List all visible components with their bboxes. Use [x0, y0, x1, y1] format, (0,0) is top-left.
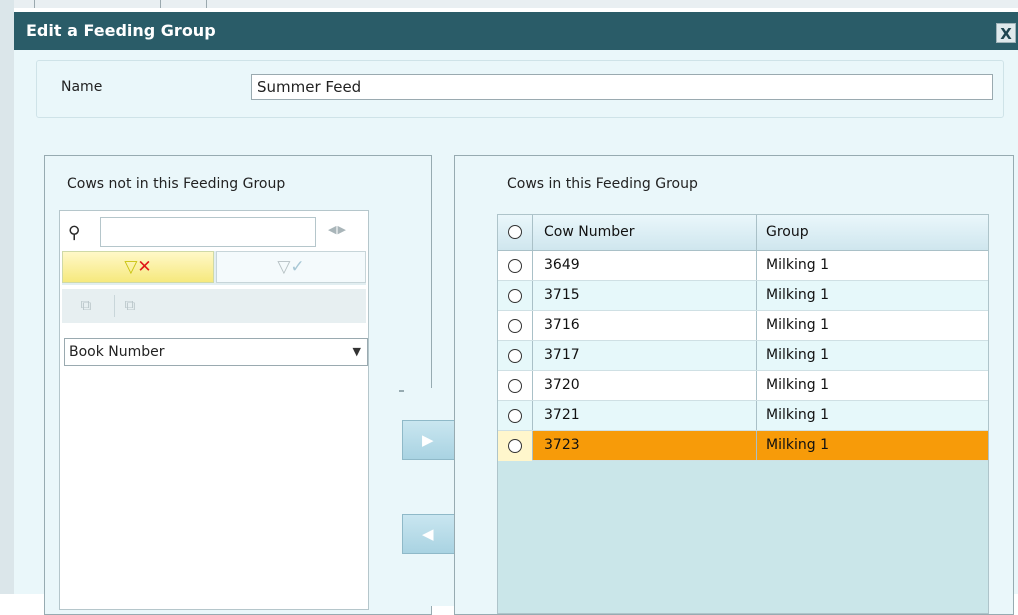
funnel-clear-icon: ▽	[124, 257, 138, 277]
row-radio[interactable]	[508, 319, 522, 333]
cow-number-cell: 3716	[544, 317, 580, 333]
arrow-right-icon: ▶	[422, 431, 434, 449]
grid-header: Cow Number Group	[498, 215, 988, 251]
row-radio[interactable]	[508, 439, 522, 453]
column-divider	[532, 251, 533, 280]
column-divider	[756, 251, 757, 280]
search-input[interactable]	[100, 217, 316, 247]
group-cell: Milking 1	[766, 377, 829, 393]
row-radio[interactable]	[508, 259, 522, 273]
row-radio[interactable]	[508, 349, 522, 363]
background-toolbar	[0, 0, 1018, 8]
table-row[interactable]: 3720 Milking 1	[498, 371, 988, 401]
group-cell: Milking 1	[766, 347, 829, 363]
scroll-arrows-icon[interactable]: ◀▶	[328, 223, 347, 236]
row-radio[interactable]	[508, 289, 522, 303]
dialog-titlebar: Edit a Feeding Group X	[14, 12, 1018, 50]
column-divider	[756, 401, 757, 430]
cows-in-group-panel: Cows in this Feeding Group Cow Number Gr…	[454, 155, 1014, 615]
column-divider	[756, 215, 757, 250]
column-divider	[532, 341, 533, 370]
dropdown-value: Book Number	[69, 344, 165, 360]
cow-number-cell: 3715	[544, 287, 580, 303]
select-all-radio[interactable]	[508, 225, 522, 239]
remove-copy-icon[interactable]: ⧉	[120, 295, 140, 315]
column-header-group[interactable]: Group	[766, 224, 809, 240]
clear-mark-icon: ✕	[137, 257, 152, 277]
table-row[interactable]: 3717 Milking 1	[498, 341, 988, 371]
name-label: Name	[61, 79, 103, 95]
filter-tabs: ▽✕ ▽✓	[62, 251, 366, 285]
column-divider	[756, 371, 757, 400]
remove-from-group-button[interactable]: ◀	[402, 514, 458, 554]
dialog-title: Edit a Feeding Group	[26, 21, 216, 40]
column-divider	[532, 281, 533, 310]
cow-number-cell: 3721	[544, 407, 580, 423]
arrow-left-icon: ◀	[422, 525, 434, 543]
left-panel-heading: Cows not in this Feeding Group	[67, 176, 286, 192]
group-cell: Milking 1	[766, 317, 829, 333]
cows-not-in-group-panel: Cows not in this Feeding Group ⚲ ◀▶ ▽✕ ▽…	[44, 155, 432, 615]
add-to-group-button[interactable]: ▶	[402, 420, 458, 460]
table-row[interactable]: 3715 Milking 1	[498, 281, 988, 311]
search-icon[interactable]: ⚲	[68, 223, 80, 243]
close-button[interactable]: X	[996, 23, 1016, 43]
row-radio[interactable]	[508, 409, 522, 423]
table-row-selected[interactable]: 3723 Milking 1	[498, 431, 988, 461]
search-row: ⚲ ◀▶	[62, 215, 366, 249]
sort-field-dropdown[interactable]: Book Number ▼	[64, 338, 368, 366]
group-cell: Milking 1	[766, 407, 829, 423]
column-divider	[532, 215, 533, 250]
column-divider	[532, 401, 533, 430]
column-divider	[756, 341, 757, 370]
background-window-edge	[0, 0, 14, 594]
column-divider	[532, 371, 533, 400]
name-input[interactable]	[251, 74, 993, 100]
cow-number-cell: 3649	[544, 257, 580, 273]
tab-apply-filter[interactable]: ▽✓	[216, 251, 366, 283]
cows-grid: Cow Number Group 3649 Milking 1 3715 Mil…	[497, 214, 989, 614]
cow-number-cell: 3720	[544, 377, 580, 393]
column-divider	[756, 281, 757, 310]
column-divider	[532, 311, 533, 340]
column-divider	[756, 311, 757, 340]
add-copy-icon[interactable]: ⧉	[76, 295, 96, 315]
table-row[interactable]: 3721 Milking 1	[498, 401, 988, 431]
right-panel-heading: Cows in this Feeding Group	[507, 176, 698, 192]
edit-feeding-group-dialog: Edit a Feeding Group X Name Cows not in …	[14, 12, 1018, 615]
group-cell: Milking 1	[766, 287, 829, 303]
funnel-apply-icon: ▽	[277, 257, 291, 277]
check-mark-icon: ✓	[290, 257, 305, 277]
cow-number-cell: 3723	[544, 437, 580, 453]
cow-filter-list: ⚲ ◀▶ ▽✕ ▽✓ ⧉ ⧉ Book Number ▼	[59, 210, 369, 610]
column-header-cow-number[interactable]: Cow Number	[544, 224, 634, 240]
row-radio[interactable]	[508, 379, 522, 393]
group-cell: Milking 1	[766, 437, 829, 453]
tool-row: ⧉ ⧉	[62, 289, 366, 323]
table-row[interactable]: 3649 Milking 1	[498, 251, 988, 281]
name-panel: Name	[36, 60, 1004, 118]
table-row[interactable]: 3716 Milking 1	[498, 311, 988, 341]
group-cell: Milking 1	[766, 257, 829, 273]
chevron-down-icon: ▼	[352, 345, 361, 358]
column-divider	[532, 431, 533, 460]
cow-number-cell: 3717	[544, 347, 580, 363]
tool-separator	[114, 295, 115, 317]
tab-clear-filter[interactable]: ▽✕	[62, 251, 214, 283]
column-divider	[756, 431, 757, 460]
